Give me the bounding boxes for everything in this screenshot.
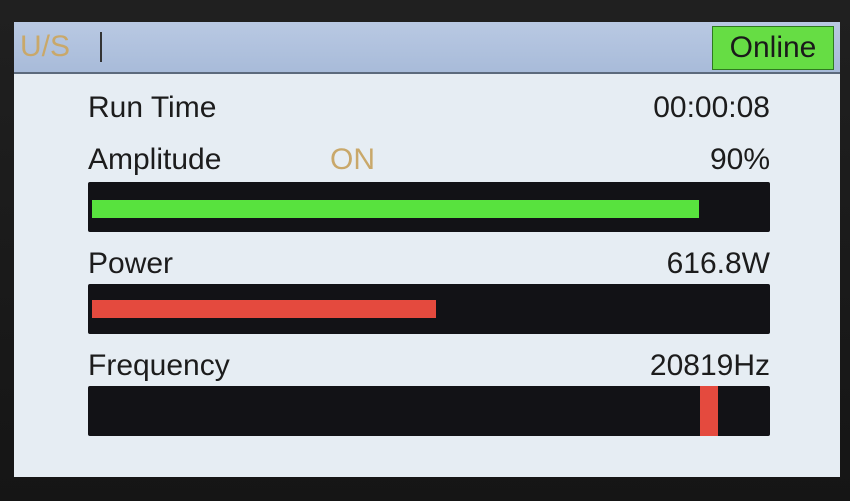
frequency-label: Frequency [88, 349, 230, 382]
amplitude-value: 90% [709, 143, 770, 176]
power-label: Power [88, 247, 174, 280]
power-track [88, 284, 770, 334]
status-header: U/S Online [14, 22, 840, 74]
mode-title: U/S [20, 30, 71, 63]
power-bar [92, 300, 436, 318]
display-screen: U/S Online Run Time 00:00:08 Amplitude O… [14, 22, 840, 477]
run-time-label: Run Time [88, 91, 217, 124]
frequency-value: 20819Hz [649, 349, 770, 382]
frequency-track [88, 386, 770, 436]
online-status-badge: Online [712, 26, 834, 70]
frequency-marker [700, 386, 718, 436]
power-value: 616.8W [666, 247, 770, 280]
text-cursor [100, 32, 102, 62]
amplitude-track [88, 182, 770, 232]
run-time-value: 00:00:08 [653, 91, 770, 124]
amplitude-bar [92, 200, 699, 218]
amplitude-state: ON [330, 143, 375, 176]
amplitude-label: Amplitude [88, 143, 222, 176]
